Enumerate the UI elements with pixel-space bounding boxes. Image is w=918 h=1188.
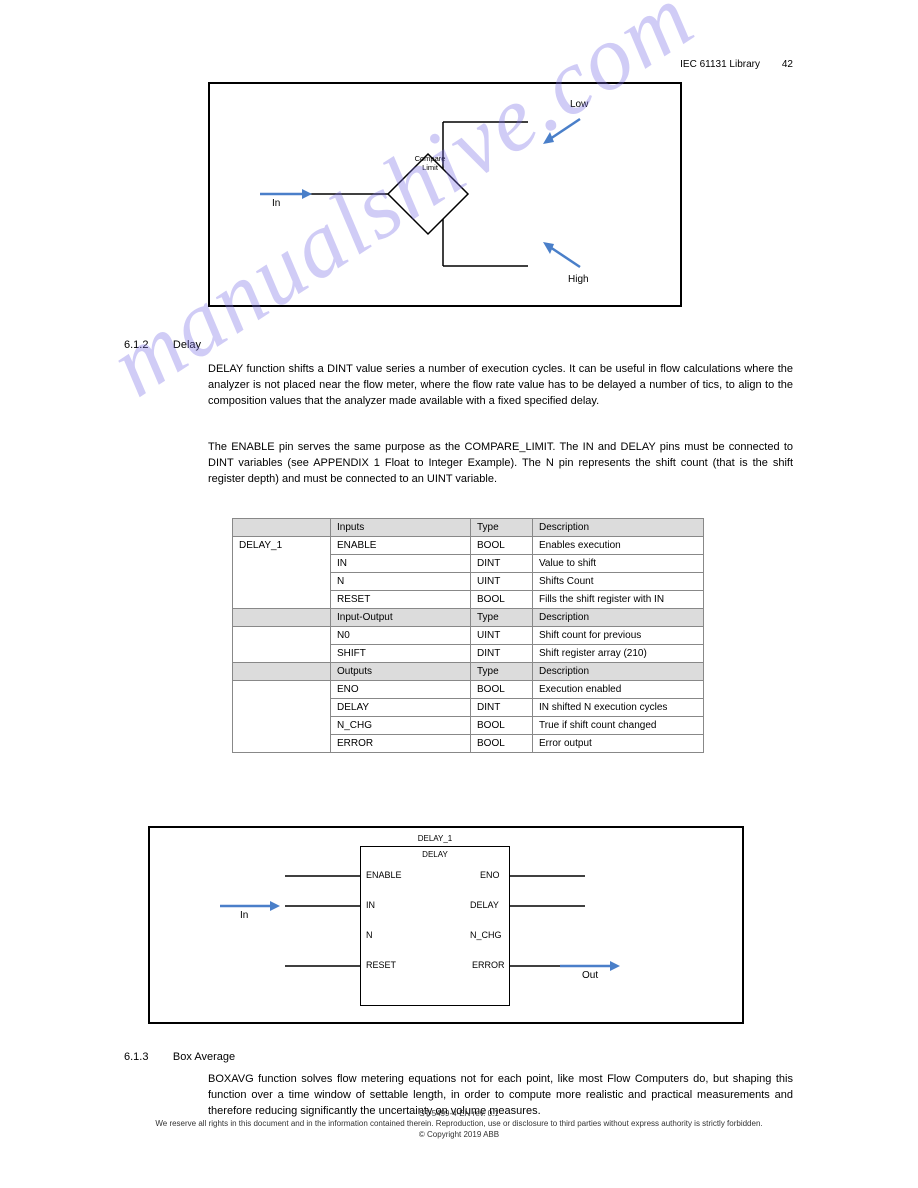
cell: BOOL xyxy=(471,591,533,609)
cell: UINT xyxy=(471,573,533,591)
cell: DINT xyxy=(471,699,533,717)
th-inputs: Inputs xyxy=(331,519,471,537)
figure-delay-block: DELAY_1 DELAY ENABLE IN N RESET ENO DELA… xyxy=(148,826,744,1024)
footer-line2: We reserve all rights in this document a… xyxy=(0,1119,918,1129)
th-desc: Description xyxy=(533,519,704,537)
delay-paragraph-2: The ENABLE pin serves the same purpose a… xyxy=(208,440,793,488)
th-blank3 xyxy=(233,663,331,681)
label-high: High xyxy=(568,274,589,285)
delay-paragraph-1: DELAY function shifts a DINT value serie… xyxy=(208,362,793,410)
th-type2: Type xyxy=(471,609,533,627)
cell: UINT xyxy=(471,627,533,645)
cell: IN xyxy=(331,555,471,573)
cell-delay1: DELAY_1 xyxy=(233,537,331,609)
label-low: Low xyxy=(570,99,588,110)
th-io: Input-Output xyxy=(331,609,471,627)
th-blank2 xyxy=(233,609,331,627)
th-outputs: Outputs xyxy=(331,663,471,681)
delay-spec-table: Inputs Type Description DELAY_1 ENABLE B… xyxy=(232,518,704,753)
section-num-2: 6.1.3 xyxy=(124,1051,148,1063)
cell: N0 xyxy=(331,627,471,645)
section-delay-heading: 6.1.2 Delay xyxy=(124,338,201,353)
cell: BOOL xyxy=(471,735,533,753)
th-desc3: Description xyxy=(533,663,704,681)
section-num: 6.1.2 xyxy=(124,339,148,351)
cell: Execution enabled xyxy=(533,681,704,699)
cell: Shift count for previous xyxy=(533,627,704,645)
cell: Fills the shift register with IN xyxy=(533,591,704,609)
header-title: IEC 61131 Library xyxy=(680,58,760,72)
cell: N xyxy=(331,573,471,591)
th-type3: Type xyxy=(471,663,533,681)
footer-line3: © Copyright 2019 ABB xyxy=(0,1130,918,1140)
th-blank xyxy=(233,519,331,537)
cell: BOOL xyxy=(471,537,533,555)
cell: Enables execution xyxy=(533,537,704,555)
cell: ENO xyxy=(331,681,471,699)
cell-blank2 xyxy=(233,681,331,753)
cell: N_CHG xyxy=(331,717,471,735)
label-in: In xyxy=(272,198,280,209)
figure-compare-limit: Compare Limit In Low High xyxy=(208,82,682,307)
delay-diagram-svg xyxy=(150,828,746,1026)
cell: DINT xyxy=(471,645,533,663)
section-title: Delay xyxy=(173,339,201,351)
page-footer: ST-5499-4-EN rev. 0.1 We reserve all rig… xyxy=(0,1109,918,1140)
th-type: Type xyxy=(471,519,533,537)
cell: Shift register array (210) xyxy=(533,645,704,663)
cell: BOOL xyxy=(471,717,533,735)
cell: DINT xyxy=(471,555,533,573)
section-title-2: Box Average xyxy=(173,1051,235,1063)
cell: Value to shift xyxy=(533,555,704,573)
cell: SHIFT xyxy=(331,645,471,663)
cell-blank xyxy=(233,627,331,663)
arrow-in-label: In xyxy=(240,910,248,921)
cell: DELAY xyxy=(331,699,471,717)
cell: BOOL xyxy=(471,681,533,699)
cell: ENABLE xyxy=(331,537,471,555)
cell: Shifts Count xyxy=(533,573,704,591)
footer-line1: ST-5499-4-EN rev. 0.1 xyxy=(0,1109,918,1119)
section-boxavg-heading: 6.1.3 Box Average xyxy=(124,1050,235,1065)
page-number: 42 xyxy=(782,58,793,72)
th-desc2: Description xyxy=(533,609,704,627)
arrow-out-label: Out xyxy=(582,970,598,981)
cell: True if shift count changed xyxy=(533,717,704,735)
cell: RESET xyxy=(331,591,471,609)
cell: IN shifted N execution cycles xyxy=(533,699,704,717)
cell: Error output xyxy=(533,735,704,753)
compare-diagram-svg xyxy=(210,84,684,309)
cell: ERROR xyxy=(331,735,471,753)
